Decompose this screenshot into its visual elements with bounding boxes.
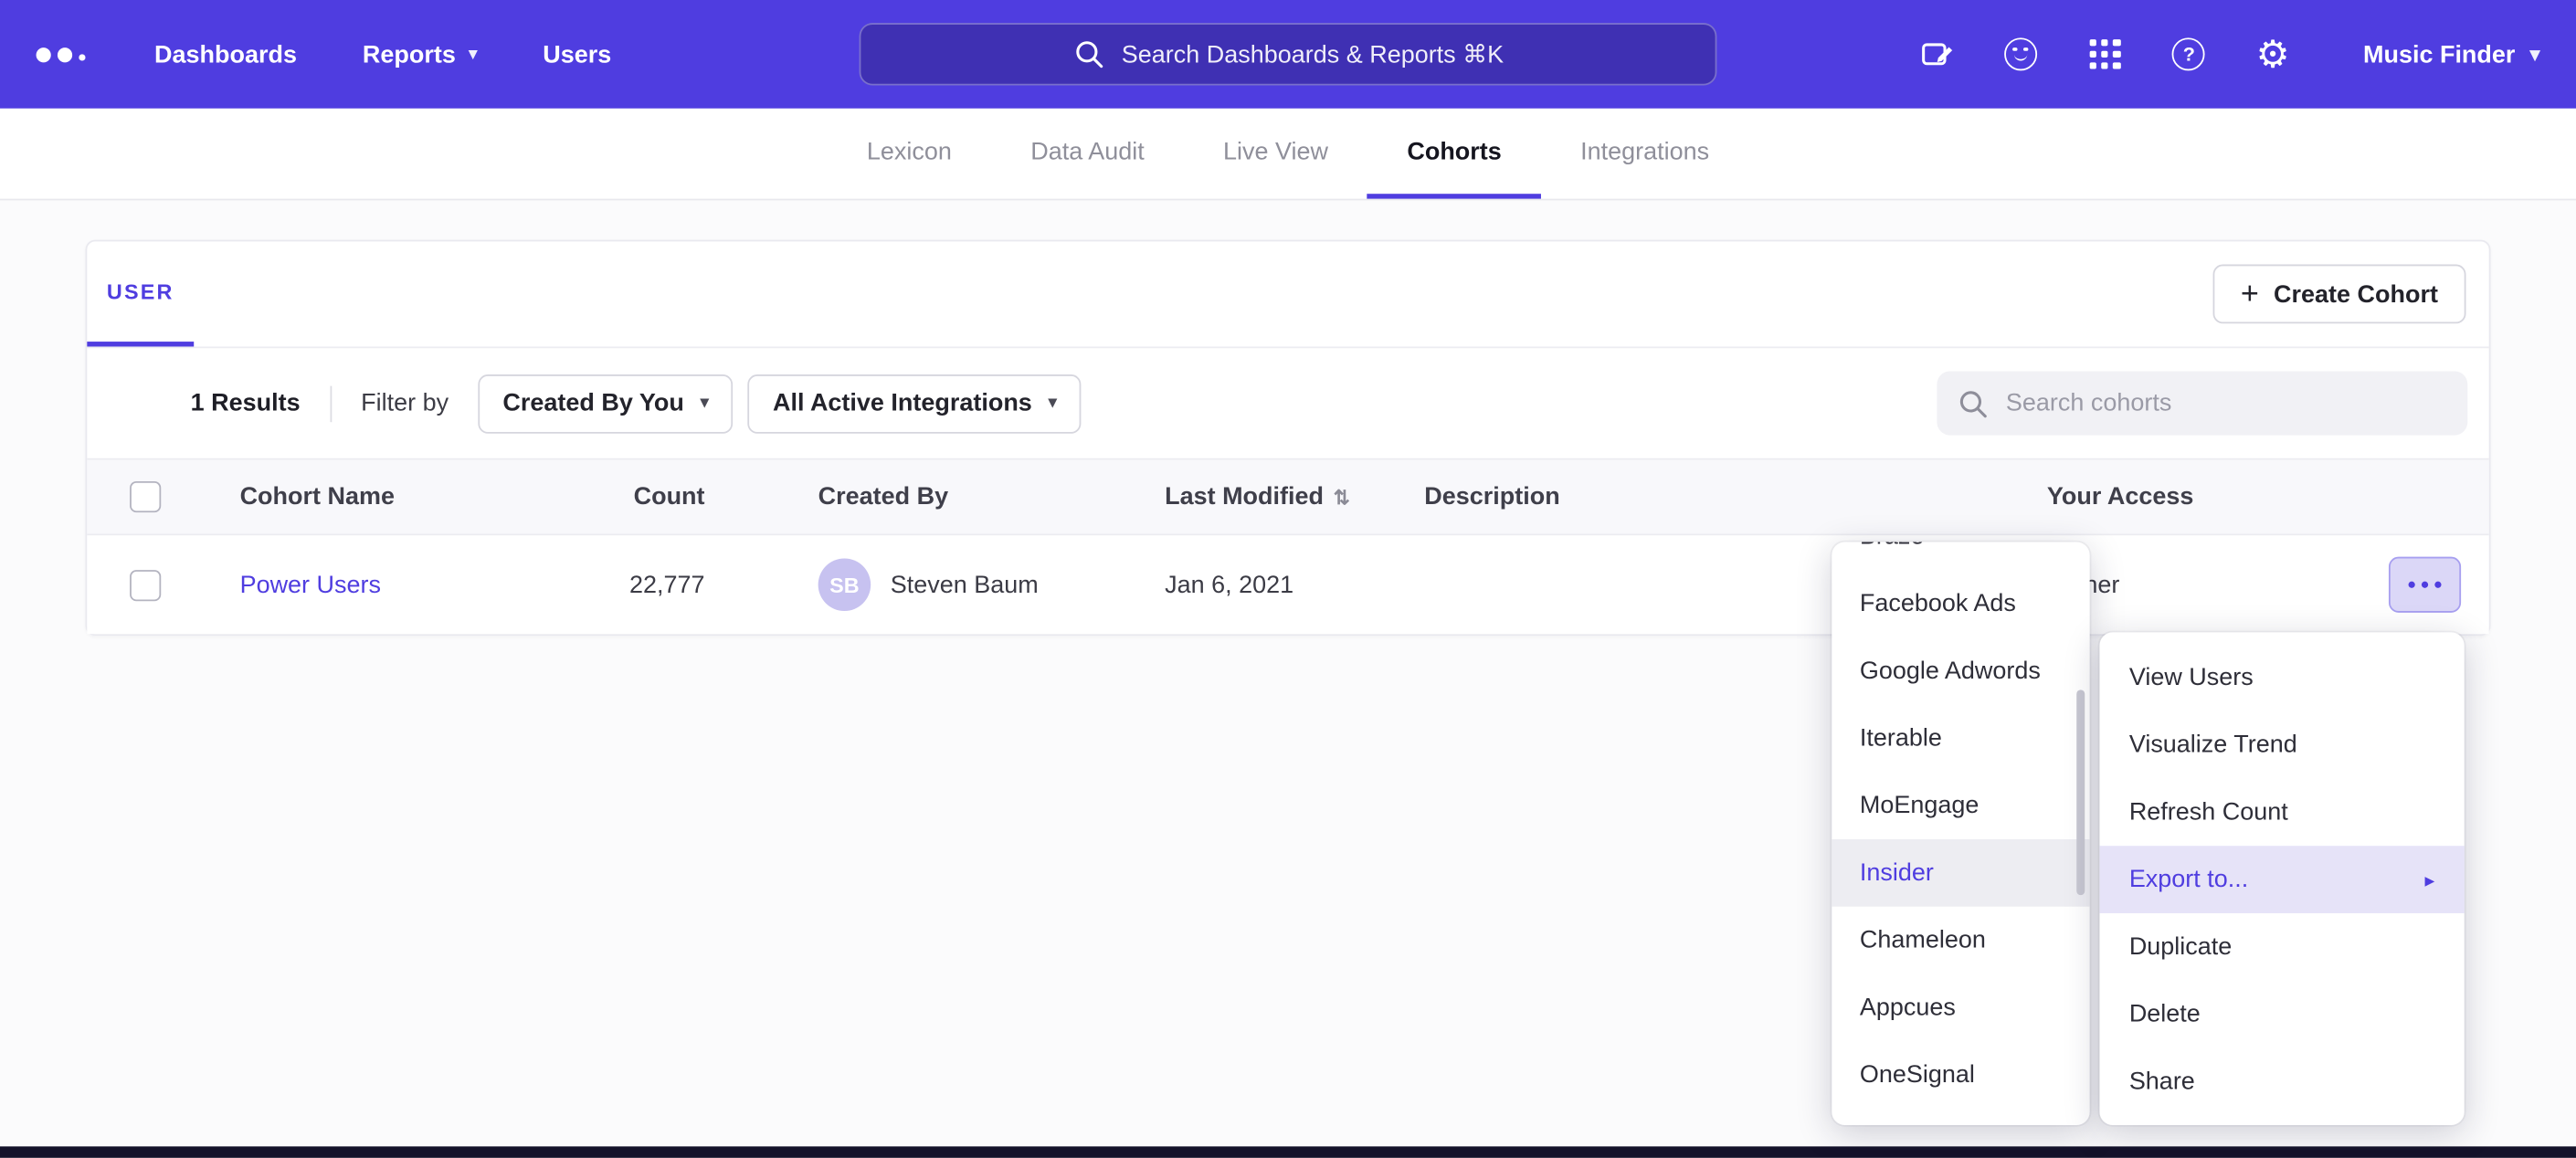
- menu-item-chameleon[interactable]: Chameleon: [1832, 907, 2089, 974]
- menu-item-onesignal[interactable]: OneSignal: [1832, 1041, 2089, 1109]
- row-actions-menu: View Users Visualize Trend Refresh Count…: [2099, 632, 2464, 1125]
- results-count: 1 Results: [191, 389, 301, 417]
- nav-item-reports[interactable]: Reports ▾: [363, 40, 477, 68]
- chevron-down-icon: ▾: [469, 45, 477, 63]
- top-nav-actions: ? ⚙ Music Finder ▾: [1918, 35, 2540, 74]
- global-search-input[interactable]: Search Dashboards & Reports ⌘K: [860, 23, 1717, 85]
- column-header-created-by[interactable]: Created By: [818, 483, 1165, 511]
- chevron-down-icon: ▾: [2530, 43, 2540, 66]
- last-modified-cell: Jan 6, 2021: [1165, 571, 1424, 599]
- menu-item-iterable[interactable]: Iterable: [1832, 705, 2089, 773]
- global-search-placeholder: Search Dashboards & Reports ⌘K: [1122, 39, 1504, 68]
- column-header-your-access[interactable]: Your Access: [2047, 483, 2272, 511]
- create-cohort-label: Create Cohort: [2274, 280, 2438, 309]
- apps-grid-icon[interactable]: [2085, 35, 2125, 74]
- menu-item-visualize-trend[interactable]: Visualize Trend: [2099, 711, 2464, 779]
- main-content: USER + Create Cohort 1 Results Filter by…: [0, 200, 2576, 636]
- column-header-cohort-name[interactable]: Cohort Name: [240, 483, 547, 511]
- menu-item-braze[interactable]: Braze: [1832, 542, 2089, 570]
- cohort-type-tabstrip: USER + Create Cohort: [87, 241, 2488, 348]
- column-header-description[interactable]: Description: [1424, 483, 2047, 511]
- menu-item-refresh-count[interactable]: Refresh Count: [2099, 778, 2464, 846]
- column-header-count[interactable]: Count: [547, 483, 705, 511]
- search-icon: [1957, 387, 1990, 420]
- integrations-filter-dropdown[interactable]: All Active Integrations ▾: [748, 374, 1082, 433]
- tab-user-cohorts[interactable]: USER: [87, 241, 194, 346]
- nav-label: Reports: [363, 40, 456, 68]
- menu-item-share[interactable]: Share: [2099, 1047, 2464, 1115]
- nav-item-dashboards[interactable]: Dashboards: [154, 40, 297, 68]
- plus-icon: +: [2241, 279, 2259, 310]
- menu-item-view-users[interactable]: View Users: [2099, 644, 2464, 711]
- export-targets-menu: Braze Facebook Ads Google Adwords Iterab…: [1832, 542, 2089, 1124]
- search-icon: [1072, 37, 1105, 70]
- table-row: Power Users 22,777 SB Steven Baum Jan 6,…: [87, 535, 2488, 634]
- cohort-search-placeholder: Search cohorts: [2006, 389, 2171, 417]
- tab-data-audit[interactable]: Data Audit: [991, 109, 1184, 199]
- chevron-right-icon: ▸: [2424, 868, 2434, 890]
- export-to-label: Export to...: [2129, 866, 2248, 894]
- tab-live-view[interactable]: Live View: [1184, 109, 1367, 199]
- menu-item-moengage[interactable]: MoEngage: [1832, 772, 2089, 839]
- cohort-count-cell: 22,777: [547, 571, 705, 599]
- app-root: Dashboards Reports ▾ Users Search Dashbo…: [0, 0, 2576, 1158]
- feedback-smiley-icon[interactable]: [2001, 35, 2041, 74]
- workspace-switcher[interactable]: Music Finder ▾: [2363, 40, 2539, 68]
- divider: [330, 385, 332, 422]
- chevron-down-icon: ▾: [1049, 395, 1057, 413]
- help-icon[interactable]: ?: [2170, 35, 2209, 74]
- created-by-cell: SB Steven Baum: [818, 558, 1165, 611]
- mixpanel-logo-icon[interactable]: [37, 47, 86, 61]
- bottom-edge-strip: [0, 1146, 2576, 1158]
- created-by-name: Steven Baum: [891, 571, 1039, 599]
- tab-lexicon[interactable]: Lexicon: [828, 109, 991, 199]
- nav-label: Dashboards: [154, 40, 297, 68]
- menu-item-export-to[interactable]: Export to... ▸: [2099, 846, 2464, 913]
- menu-item-appcues[interactable]: Appcues: [1832, 974, 2089, 1041]
- chevron-down-icon: ▾: [701, 395, 709, 413]
- create-cohort-button[interactable]: + Create Cohort: [2212, 265, 2465, 324]
- filter-by-label: Filter by: [361, 389, 449, 417]
- settings-gear-icon[interactable]: ⚙: [2254, 35, 2293, 74]
- row-actions-button[interactable]: [2389, 557, 2461, 613]
- nav-label: Users: [543, 40, 611, 68]
- question-glyph: ?: [2183, 43, 2195, 66]
- created-by-filter-value: Created By You: [502, 389, 683, 417]
- cohort-name-link[interactable]: Power Users: [240, 571, 381, 599]
- avatar: SB: [818, 558, 871, 611]
- table-header-row: Cohort Name Count Created By Last Modifi…: [87, 458, 2488, 536]
- created-by-filter-dropdown[interactable]: Created By You ▾: [478, 374, 733, 433]
- menu-item-insider[interactable]: Insider: [1832, 839, 2089, 907]
- menu-item-duplicate[interactable]: Duplicate: [2099, 913, 2464, 981]
- menu-item-delete[interactable]: Delete: [2099, 981, 2464, 1048]
- select-all-checkbox[interactable]: [130, 481, 161, 512]
- row-checkbox[interactable]: [130, 569, 161, 600]
- menu-scrollbar[interactable]: [2076, 690, 2085, 895]
- secondary-nav: Lexicon Data Audit Live View Cohorts Int…: [0, 109, 2576, 201]
- tab-cohorts[interactable]: Cohorts: [1367, 109, 1541, 199]
- feedback-compose-icon[interactable]: [1918, 35, 1958, 74]
- filter-bar: 1 Results Filter by Created By You ▾ All…: [87, 348, 2488, 458]
- workspace-name: Music Finder: [2363, 40, 2515, 68]
- last-modified-label: Last Modified: [1165, 483, 1324, 511]
- menu-item-facebook-ads[interactable]: Facebook Ads: [1832, 570, 2089, 637]
- sort-icon[interactable]: ⇅: [1334, 485, 1350, 508]
- menu-item-google-adwords[interactable]: Google Adwords: [1832, 637, 2089, 705]
- primary-nav: Dashboards Reports ▾ Users: [154, 40, 611, 68]
- column-header-last-modified[interactable]: Last Modified ⇅: [1165, 483, 1424, 511]
- cohorts-card: USER + Create Cohort 1 Results Filter by…: [86, 240, 2491, 636]
- top-nav: Dashboards Reports ▾ Users Search Dashbo…: [0, 0, 2576, 109]
- cohort-search-input[interactable]: Search cohorts: [1937, 371, 2467, 435]
- tab-integrations[interactable]: Integrations: [1541, 109, 1748, 199]
- integrations-filter-value: All Active Integrations: [773, 389, 1032, 417]
- nav-item-users[interactable]: Users: [543, 40, 611, 68]
